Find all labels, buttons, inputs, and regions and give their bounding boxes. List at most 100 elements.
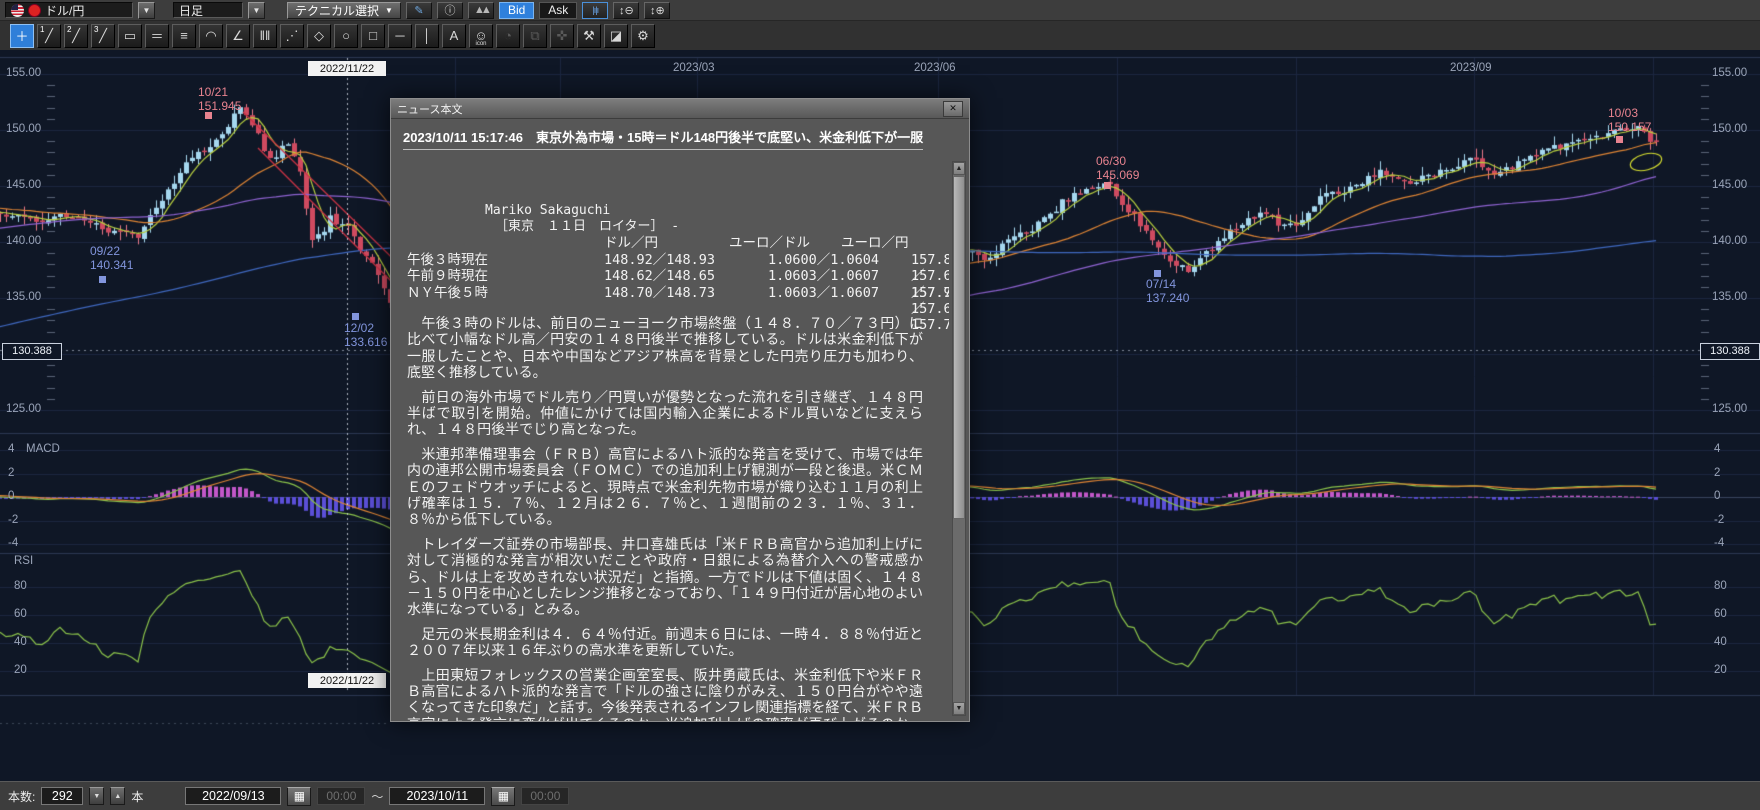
bar-count-unit: 本 bbox=[131, 788, 143, 805]
price-axis-label: 145.00 bbox=[6, 179, 41, 191]
timeframe-dropdown-button[interactable]: ▼ bbox=[248, 2, 265, 19]
gann-fan-tool[interactable]: ⋰ bbox=[280, 24, 304, 48]
rates-table: ドル／円 ユーロ／ドル ユーロ／円 午後３時現在148.92／148.931.0… bbox=[391, 235, 949, 301]
scroll-down-icon[interactable]: ▼ bbox=[953, 702, 965, 715]
ask-button[interactable]: Ask bbox=[539, 2, 577, 19]
news-paragraph: トレイダーズ証券の市場部長、井口喜雄氏は「米ＦＲＢ高官から追加利上げに対して消極… bbox=[407, 536, 923, 618]
macd-axis-label: -4 bbox=[1714, 537, 1724, 549]
vertical-line-tool[interactable]: │ bbox=[415, 24, 439, 48]
chevron-down-icon: ▼ bbox=[93, 793, 100, 800]
horizontal-line-icon: ─ bbox=[395, 28, 404, 43]
multi-line-tool[interactable]: ≡ bbox=[172, 24, 196, 48]
rsi-axis-label: 80 bbox=[1714, 580, 1727, 592]
area-chart-icon[interactable]: ▲▲ bbox=[468, 2, 494, 19]
rsi-axis-label: 40 bbox=[1714, 636, 1727, 648]
rsi-axis-label: 20 bbox=[1714, 664, 1727, 676]
copy-tool[interactable]: ⧉ bbox=[523, 24, 547, 48]
annotation-marker-icon bbox=[1154, 270, 1161, 277]
close-icon[interactable]: ✕ bbox=[943, 101, 963, 117]
info-icon[interactable]: ⓘ bbox=[437, 2, 463, 19]
tool-sublabel: icon bbox=[470, 41, 492, 48]
news-window-titlebar[interactable]: ニュース本文 ✕ bbox=[391, 99, 969, 119]
undo-history-tool[interactable]: ◔ bbox=[496, 24, 520, 48]
from-calendar-icon[interactable]: ▦ bbox=[287, 787, 311, 806]
ruler-tool[interactable]: ▭ bbox=[118, 24, 142, 48]
chart-annotation: 12/02133.616 bbox=[344, 321, 387, 349]
settings-tool[interactable]: ⚙ bbox=[631, 24, 655, 48]
undo-history-icon: ◔ bbox=[504, 28, 512, 43]
main-toolbar: ドル/円 ▼ 日足 ▼ テクニカル選択 ▼ ✎ ⓘ ▲▲ Bid Ask |ı|ı ↕… bbox=[0, 0, 1760, 21]
pentagon-tool[interactable]: ◇ bbox=[307, 24, 331, 48]
currency-pair-select[interactable]: ドル/円 bbox=[5, 2, 133, 18]
price-axis-label: 135.00 bbox=[1712, 291, 1747, 303]
price-axis-label: 125.00 bbox=[6, 403, 41, 415]
chart-region: 155.00155.00150.00150.00145.00145.00140.… bbox=[0, 50, 1760, 781]
icon-stamp-tool[interactable]: ☺icon bbox=[469, 24, 493, 48]
fibonacci-fan-icon: ∠ bbox=[232, 28, 244, 44]
scroll-up-icon[interactable]: ▲ bbox=[953, 162, 965, 175]
macd-axis-label: 4 bbox=[1714, 443, 1720, 455]
chart-annotation: 09/22140.341 bbox=[90, 244, 133, 272]
price-axis-label: 140.00 bbox=[6, 235, 41, 247]
trendline1-tool[interactable]: ╱1 bbox=[37, 24, 61, 48]
scrollbar[interactable]: ▲ ▼ bbox=[952, 161, 966, 716]
price-axis-label: 140.00 bbox=[1712, 235, 1747, 247]
price-axis-label: 155.00 bbox=[6, 67, 41, 79]
eraser-tool[interactable]: ◪ bbox=[604, 24, 628, 48]
macd-axis-label: -4 bbox=[8, 537, 18, 549]
time-axis-label: 2023/09 bbox=[1450, 62, 1492, 74]
multi-line-icon: ≡ bbox=[180, 28, 188, 43]
annotation-date: 07/14 bbox=[1146, 277, 1189, 291]
chart-annotation: 10/03150.157 bbox=[1608, 106, 1651, 134]
technical-select-button[interactable]: テクニカル選択 ▼ bbox=[287, 2, 401, 19]
ellipse-tool[interactable]: ○ bbox=[334, 24, 358, 48]
price-axis-label: 150.00 bbox=[6, 123, 41, 135]
tool-badge: 2 bbox=[67, 25, 71, 34]
chevron-down-icon: ▼ bbox=[143, 6, 151, 15]
bid-button[interactable]: Bid bbox=[499, 2, 534, 19]
to-calendar-icon[interactable]: ▦ bbox=[491, 787, 515, 806]
timeframe-select[interactable]: 日足 bbox=[173, 2, 243, 18]
trendline3-icon: ╱ bbox=[99, 28, 107, 44]
currency-pair-label: ドル/円 bbox=[45, 2, 84, 19]
trendline2-tool[interactable]: ╱2 bbox=[64, 24, 88, 48]
rates-row: 午後３時現在148.92／148.931.0600／1.0604157.87／1… bbox=[391, 252, 949, 268]
chevron-up-icon: ▲ bbox=[114, 793, 121, 800]
hand-tool[interactable]: ✜ bbox=[550, 24, 574, 48]
crosshair-tool[interactable]: ＋ bbox=[10, 24, 34, 48]
rsi-axis-label: 80 bbox=[14, 580, 27, 592]
bar-count-input[interactable]: 292 bbox=[41, 787, 83, 805]
vertical-lines-tool[interactable]: ‖‖ bbox=[253, 24, 277, 48]
pair-dropdown-button[interactable]: ▼ bbox=[138, 2, 155, 19]
news-paragraph: 午後３時のドルは、前日のニューヨーク市場終盤（１４８．７０／７３円）に比べて小幅… bbox=[407, 315, 923, 381]
candlestick-view-icon[interactable]: |ı|ı bbox=[582, 2, 608, 19]
to-date-input[interactable]: 2023/10/11 bbox=[389, 787, 485, 805]
scrollbar-thumb[interactable] bbox=[953, 176, 965, 519]
trendline1-icon: ╱ bbox=[45, 28, 53, 44]
trendline3-tool[interactable]: ╱3 bbox=[91, 24, 115, 48]
rates-header-row: ドル／円 ユーロ／ドル ユーロ／円 bbox=[391, 235, 949, 252]
news-paragraph: 米連邦準備理事会（ＦＲＢ）高官によるハト派的な発言を受けて、市場では年内の連邦公… bbox=[407, 446, 923, 528]
range-separator: ～ bbox=[371, 788, 383, 805]
macd-axis-label: -2 bbox=[1714, 514, 1724, 526]
crosshair-icon: ＋ bbox=[15, 26, 28, 45]
zoom-out-icon[interactable]: ↕⊖ bbox=[613, 2, 639, 19]
text-icon: A bbox=[450, 28, 459, 43]
rectangle-tool[interactable]: □ bbox=[361, 24, 385, 48]
parallel-line-icon: ＝ bbox=[150, 26, 163, 45]
text-tool[interactable]: A bbox=[442, 24, 466, 48]
from-date-input[interactable]: 2022/09/13 bbox=[185, 787, 281, 805]
count-increment-button[interactable]: ▲ bbox=[110, 787, 125, 805]
pentagon-icon: ◇ bbox=[314, 28, 324, 44]
rates-row: ＮＹ午後５時148.70／148.731.0603／1.0607157.71／1… bbox=[391, 285, 949, 301]
fibonacci-fan-tool[interactable]: ∠ bbox=[226, 24, 250, 48]
price-axis-label: 135.00 bbox=[6, 291, 41, 303]
wrench-tool[interactable]: ⚒ bbox=[577, 24, 601, 48]
count-decrement-button[interactable]: ▼ bbox=[89, 787, 104, 805]
zoom-in-icon[interactable]: ↕⊕ bbox=[644, 2, 670, 19]
fibonacci-arc-tool[interactable]: ◠ bbox=[199, 24, 223, 48]
parallel-line-tool[interactable]: ＝ bbox=[145, 24, 169, 48]
macd-axis-label: -2 bbox=[8, 514, 18, 526]
horizontal-line-tool[interactable]: ─ bbox=[388, 24, 412, 48]
draw-mode-icon[interactable]: ✎ bbox=[406, 2, 432, 19]
